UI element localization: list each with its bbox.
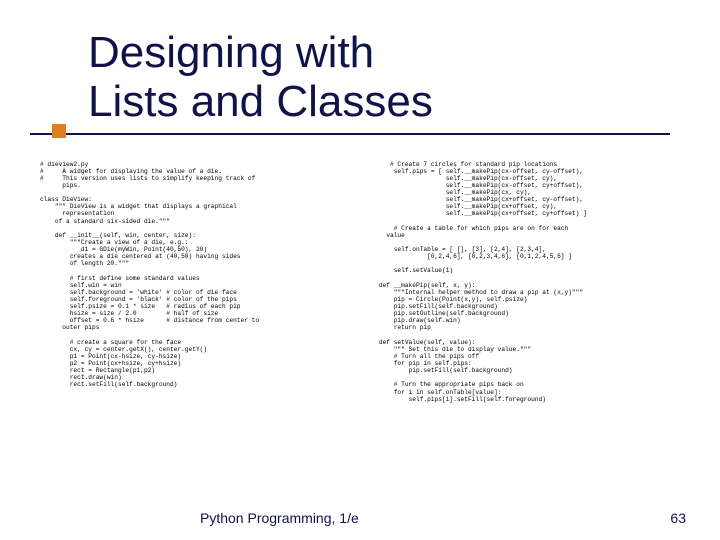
slide-title: Designing with Lists and Classes bbox=[88, 28, 680, 127]
title-underline bbox=[30, 133, 670, 135]
slide: Designing with Lists and Classes # dievi… bbox=[0, 0, 720, 540]
footer-page-number: 63 bbox=[670, 510, 686, 526]
title-block: Designing with Lists and Classes bbox=[40, 18, 680, 127]
code-area: # dieview2.py # A widget for displaying … bbox=[40, 161, 680, 403]
title-line-1: Designing with bbox=[88, 28, 374, 77]
code-column-left: # dieview2.py # A widget for displaying … bbox=[40, 161, 362, 403]
code-column-right: # Create 7 circles for standard pip loca… bbox=[362, 161, 680, 403]
title-line-2: Lists and Classes bbox=[88, 77, 433, 126]
footer-source: Python Programming, 1/e bbox=[200, 510, 359, 526]
bullet-icon bbox=[52, 124, 66, 138]
